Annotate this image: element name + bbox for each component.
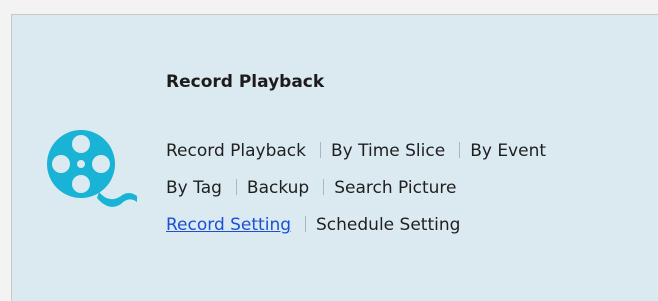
link-schedule-setting[interactable]: Schedule Setting: [316, 215, 460, 235]
separator: [305, 216, 307, 232]
separator: [320, 142, 321, 158]
separator: [459, 142, 461, 158]
link-record-setting[interactable]: Record Setting: [166, 215, 291, 235]
link-list: Record Playback By Time Slice By Event By …: [166, 133, 546, 244]
section-title: Record Playback: [166, 72, 325, 92]
film-reel-icon: [47, 130, 137, 207]
link-search-picture[interactable]: Search Picture: [334, 178, 456, 198]
link-by-tag[interactable]: By Tag: [166, 178, 222, 198]
link-record-playback[interactable]: Record Playback: [166, 141, 306, 161]
link-by-event[interactable]: By Event: [470, 141, 546, 161]
link-backup[interactable]: Backup: [247, 178, 309, 198]
link-row-1: Record Playback By Time Slice By Event: [166, 133, 546, 170]
separator: [323, 179, 325, 195]
link-row-2: By Tag Backup Search Picture: [166, 170, 546, 207]
record-playback-panel: Record Playback Record Playback By Time S…: [11, 14, 658, 301]
link-row-3: Record Setting Schedule Setting: [166, 207, 546, 244]
separator: [235, 179, 237, 195]
link-by-time-slice[interactable]: By Time Slice: [331, 141, 445, 161]
